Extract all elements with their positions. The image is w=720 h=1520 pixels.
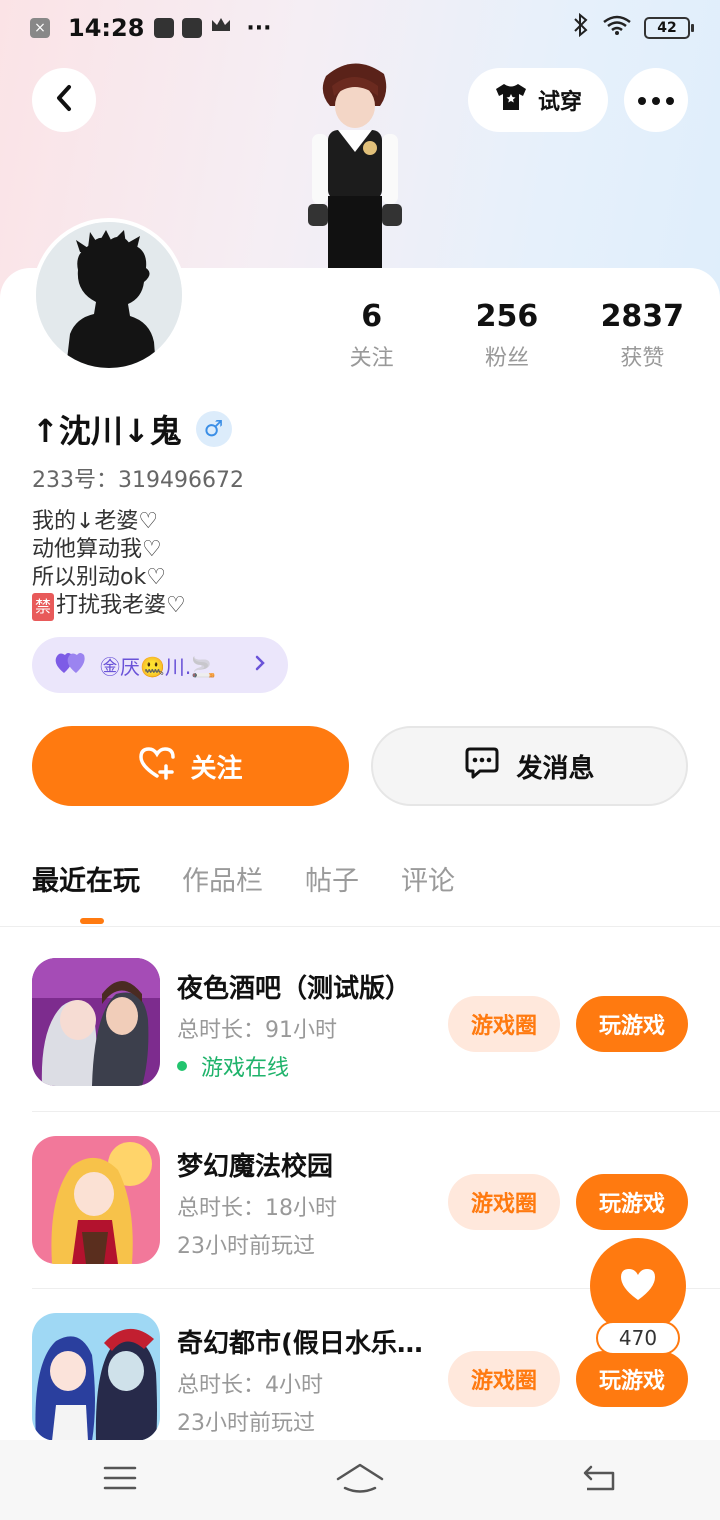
- tab-posts[interactable]: 帖子: [305, 862, 359, 902]
- home-button[interactable]: [320, 1450, 400, 1510]
- game-title: 夜色酒吧（测试版）: [177, 974, 412, 1004]
- game-icon[interactable]: [32, 958, 160, 1086]
- try-on-button[interactable]: 试穿: [468, 68, 608, 132]
- crown-notification-icon: [210, 15, 232, 41]
- male-gender-icon: ♂: [195, 411, 232, 447]
- game-duration: 总时长：91小时: [177, 1018, 337, 1043]
- cp-relation-pill[interactable]: ㊎厌🤐川.🚬: [32, 637, 288, 693]
- game-title: 梦幻魔法校园: [177, 1152, 334, 1182]
- heart-icon: [618, 1266, 658, 1306]
- recent-apps-button[interactable]: [80, 1450, 160, 1510]
- stat-label: 获赞: [620, 346, 665, 371]
- stat-label: 关注: [349, 346, 394, 371]
- follow-label: 关注: [190, 753, 243, 784]
- game-status: 游戏在线: [201, 1056, 290, 1081]
- purple-heart-icon: [54, 651, 86, 680]
- bio-line: 动他算动我♡: [32, 537, 162, 562]
- more-dots-icon: [637, 91, 675, 110]
- back-nav-button[interactable]: [560, 1450, 640, 1510]
- tab-works[interactable]: 作品栏: [182, 862, 263, 902]
- bio-line: 我的↓老婆♡: [32, 509, 159, 534]
- play-game-button[interactable]: 玩游戏: [576, 1174, 688, 1230]
- stat-followers[interactable]: 256 粉丝: [439, 298, 574, 372]
- stat-label: 粉丝: [484, 346, 529, 371]
- no-sim-icon: ×: [30, 18, 50, 38]
- battery-icon: 42: [644, 17, 694, 39]
- message-notification-icon: [154, 18, 175, 38]
- play-game-button[interactable]: 玩游戏: [576, 1351, 688, 1407]
- stat-value: 6: [361, 299, 383, 334]
- wifi-icon: [602, 14, 632, 42]
- heart-plus-icon: [138, 746, 176, 787]
- bio-line: 打扰我老婆♡: [56, 593, 186, 618]
- system-nav-bar: [0, 1440, 720, 1520]
- chevron-right-icon: [254, 653, 266, 677]
- tabs-divider: [0, 926, 720, 927]
- game-circle-button[interactable]: 游戏圈: [448, 1351, 560, 1407]
- game-circle-button[interactable]: 游戏圈: [448, 996, 560, 1052]
- game-status: 23小时前玩过: [177, 1411, 315, 1436]
- avatar[interactable]: [32, 218, 186, 372]
- game-duration: 总时长：18小时: [177, 1196, 337, 1221]
- game-circle-button[interactable]: 游戏圈: [448, 1174, 560, 1230]
- status-bar: × 14:28 ··· 42: [0, 0, 720, 56]
- bio-line-with-tag: 禁打扰我老婆♡: [32, 592, 186, 621]
- play-game-button[interactable]: 玩游戏: [576, 996, 688, 1052]
- user-id[interactable]: 233号：319496672: [32, 462, 244, 494]
- like-button[interactable]: [590, 1238, 686, 1334]
- stat-value: 2837: [600, 299, 685, 334]
- send-message-button[interactable]: 发消息: [371, 726, 688, 806]
- 3d-avatar-figure[interactable]: [298, 56, 410, 268]
- bio: 我的↓老婆♡ 动他算动我♡ 所以别动ok♡ 禁打扰我老婆♡: [32, 508, 186, 621]
- back-button[interactable]: [32, 68, 96, 132]
- stat-value: 256: [475, 299, 539, 334]
- bio-line: 所以别动ok♡: [32, 565, 166, 590]
- return-icon: [581, 1463, 619, 1497]
- tab-recently-played[interactable]: 最近在玩: [32, 862, 140, 924]
- home-icon: [335, 1461, 385, 1499]
- cp-name: ㊎厌🤐川.🚬: [100, 654, 217, 679]
- username-row: ↑沈川↓鬼 ♂: [32, 406, 232, 452]
- row-divider: [32, 1111, 720, 1112]
- menu-icon: [102, 1464, 138, 1496]
- more-notifications-icon: ···: [246, 15, 272, 41]
- online-dot-icon: [177, 1061, 187, 1071]
- tiktok-notification-icon: [182, 18, 203, 38]
- game-icon[interactable]: [32, 1136, 160, 1264]
- chevron-left-icon: [52, 83, 76, 117]
- tshirt-icon: [494, 82, 528, 118]
- forbidden-tag: 禁: [32, 593, 55, 621]
- like-count: 470: [596, 1321, 680, 1355]
- profile-tabs: 最近在玩 作品栏 帖子 评论: [32, 862, 455, 924]
- tab-comments[interactable]: 评论: [401, 862, 455, 902]
- status-time: 14:28: [68, 14, 145, 42]
- username: ↑沈川↓鬼: [32, 412, 182, 450]
- send-message-label: 发消息: [516, 753, 595, 784]
- game-icon[interactable]: [32, 1313, 160, 1441]
- game-status-online: 游戏在线: [177, 1050, 289, 1082]
- game-status: 23小时前玩过: [177, 1234, 315, 1259]
- try-on-label: 试穿: [537, 90, 582, 115]
- follow-button[interactable]: 关注: [32, 726, 349, 806]
- profile-stats: 6 关注 256 粉丝 2837 获赞: [304, 298, 710, 372]
- game-title: 奇幻都市(假日水乐…: [177, 1329, 423, 1359]
- stat-likes[interactable]: 2837 获赞: [575, 298, 710, 372]
- chat-bubble-icon: [464, 746, 500, 787]
- more-options-button[interactable]: [624, 68, 688, 132]
- game-row[interactable]: 夜色酒吧（测试版） 总时长：91小时 游戏在线 游戏圈 玩游戏: [32, 958, 720, 1088]
- game-duration: 总时长：4小时: [177, 1373, 323, 1398]
- bluetooth-icon: [572, 12, 590, 43]
- stat-following[interactable]: 6 关注: [304, 298, 439, 372]
